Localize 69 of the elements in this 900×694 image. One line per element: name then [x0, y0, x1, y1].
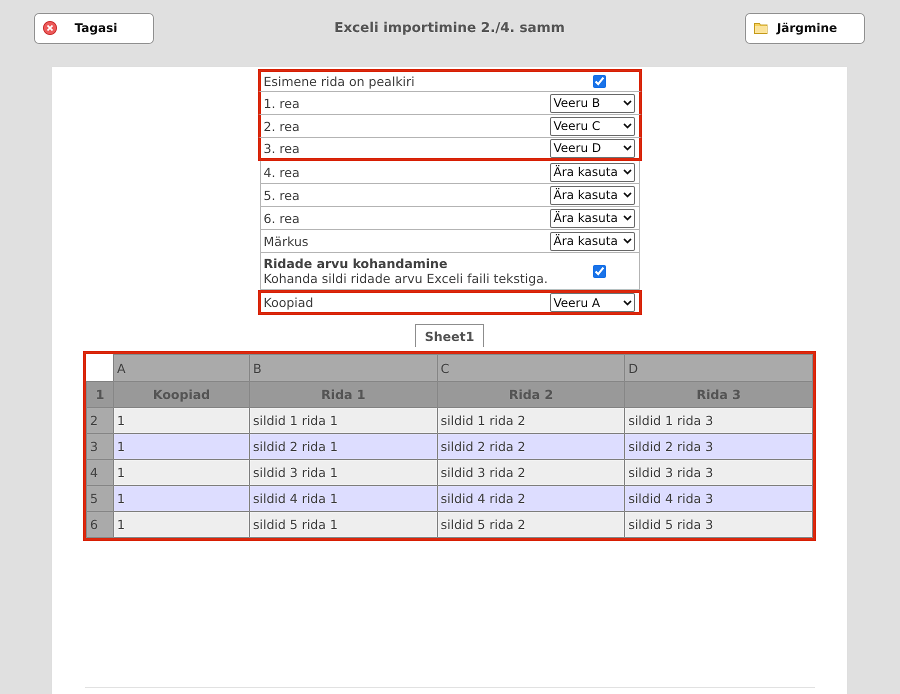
close-icon: [43, 21, 57, 35]
table-cell: 1: [114, 486, 250, 512]
table-cell: sildid 5 rida 2: [437, 512, 625, 538]
table-cell: sildid 5 rida 3: [624, 512, 812, 538]
table-cell: 1: [114, 434, 250, 460]
table-cell: 1: [114, 460, 250, 486]
row-label: 5. rea: [264, 188, 300, 202]
caret-icon: [622, 238, 632, 244]
checkbox[interactable]: [592, 264, 606, 278]
table-cell: 1: [114, 408, 250, 434]
row-label: Koopiad: [264, 295, 314, 310]
option-title: Ridade arvu kohandamine: [264, 256, 448, 271]
table-cell: sildid 1 rida 3: [624, 408, 812, 434]
column-select[interactable]: Veeru D: [550, 138, 634, 158]
row-label: 6. rea: [264, 210, 300, 226]
caret-icon: [622, 100, 632, 106]
caret-icon: [622, 215, 632, 221]
table-cell: sildid 2 rida 2: [437, 434, 625, 460]
column-header: D: [624, 354, 812, 382]
column-select[interactable]: Ära kasuta: [550, 208, 634, 228]
column-select[interactable]: Veeru B: [550, 94, 634, 112]
table-cell: sildid 2 rida 1: [250, 434, 438, 460]
column-select[interactable]: Ära kasuta: [550, 186, 634, 204]
row-label: 3. rea: [264, 140, 300, 156]
caret-icon: [622, 300, 632, 306]
column-header: A: [114, 354, 250, 382]
folder-icon: [754, 22, 768, 34]
caret-icon: [622, 192, 632, 198]
table-cell: sildid 1 rida 2: [437, 408, 625, 434]
column-select[interactable]: Veeru A: [550, 293, 634, 312]
option-description: Kohanda sildi ridade arvu Exceli faili tekstiga.: [264, 271, 548, 286]
back-button[interactable]: Tagasi: [34, 12, 154, 44]
table-cell: 1: [114, 512, 250, 538]
row-number: 4: [86, 460, 114, 486]
caret-icon: [622, 145, 632, 151]
table-cell: sildid 3 rida 2: [437, 460, 625, 486]
wizard-title: Exceli importimine 2./4. samm: [334, 20, 565, 36]
column-select[interactable]: Ära kasuta: [550, 232, 634, 250]
row-label: 2. rea: [264, 118, 300, 134]
next-button[interactable]: Järgmine: [745, 12, 865, 44]
header-cell: Rida 2: [437, 382, 625, 408]
table-cell: sildid 2 rida 3: [624, 434, 812, 460]
row-label: Märkus: [264, 234, 308, 248]
row-label: 4. rea: [264, 164, 300, 180]
caret-icon: [622, 169, 632, 175]
table-cell: sildid 4 rida 2: [437, 486, 625, 512]
checkbox[interactable]: [592, 75, 606, 88]
caret-icon: [622, 123, 632, 129]
header-cell: Rida 1: [250, 382, 438, 408]
table-cell: sildid 3 rida 1: [250, 460, 438, 486]
header-cell: Rida 3: [624, 382, 812, 408]
table-cell: sildid 5 rida 1: [250, 512, 438, 538]
option-label: Esimene rida on pealkiri: [264, 74, 415, 89]
row-number: 6: [86, 512, 114, 538]
column-select[interactable]: Veeru C: [550, 116, 634, 136]
row-number: 1: [86, 382, 114, 408]
column-header: C: [437, 354, 625, 382]
table-cell: sildid 3 rida 3: [624, 460, 812, 486]
table-cell: sildid 1 rida 1: [250, 408, 438, 434]
header-cell: Koopiad: [114, 382, 250, 408]
table-cell: sildid 4 rida 3: [624, 486, 812, 512]
row-number: 2: [86, 408, 114, 434]
column-select[interactable]: Ära kasuta: [550, 162, 634, 182]
table-cell: sildid 4 rida 1: [250, 486, 438, 512]
column-header: B: [250, 354, 438, 382]
row-number: 5: [86, 486, 114, 512]
row-label: 1. rea: [264, 96, 300, 110]
row-number: 3: [86, 434, 114, 460]
sheet-tab[interactable]: Sheet1: [414, 324, 484, 347]
